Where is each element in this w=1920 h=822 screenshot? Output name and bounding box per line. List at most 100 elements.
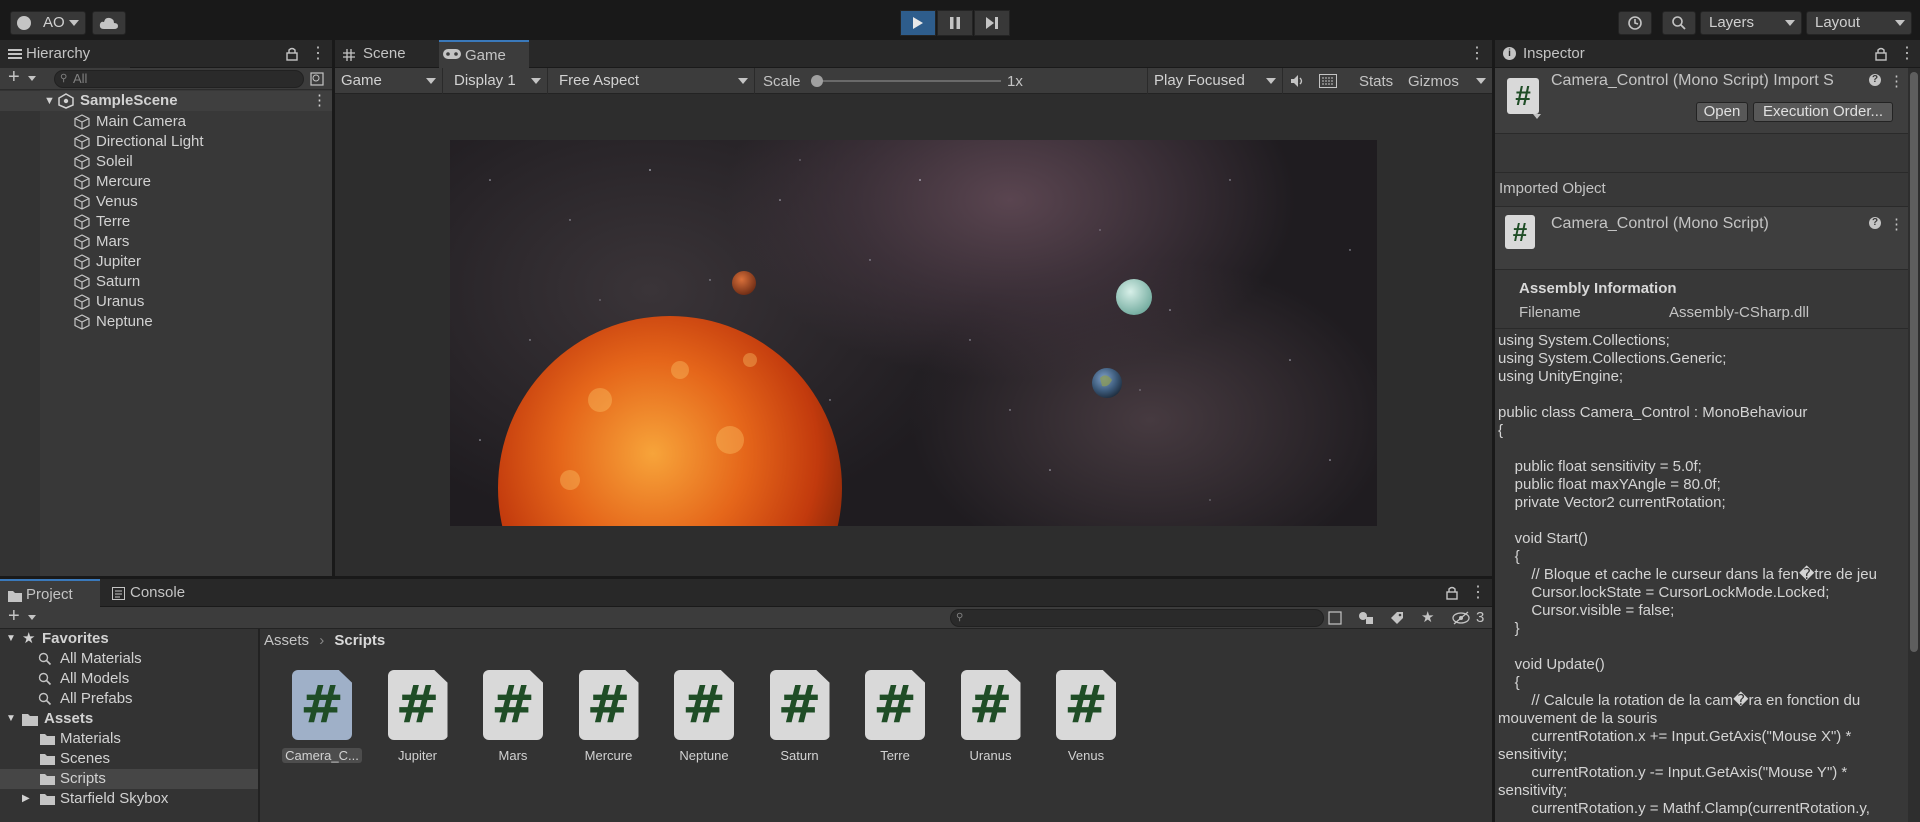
account-label: AO (43, 14, 65, 31)
layers-dropdown[interactable]: Layers (1700, 11, 1802, 35)
hierarchy-item[interactable]: Jupiter (0, 252, 332, 272)
script-asset[interactable]: # Mercure (561, 668, 649, 768)
cloud-button[interactable] (92, 11, 126, 35)
step-button[interactable] (974, 10, 1010, 36)
folder-item[interactable]: ▶ Starfield Skybox (0, 789, 258, 809)
script-file-icon: # (1056, 670, 1116, 740)
hierarchy-item[interactable]: Terre (0, 212, 332, 232)
script-asset[interactable]: # Camera_C... (274, 668, 362, 768)
tab-console[interactable]: Console (104, 579, 204, 607)
assets-row[interactable]: ▼ Assets (0, 709, 258, 729)
history-button[interactable] (1618, 11, 1652, 35)
breadcrumb-scripts[interactable]: Scripts (334, 632, 385, 649)
kebab-menu-icon[interactable]: ⋮ (312, 91, 327, 111)
script-asset[interactable]: # Terre (847, 668, 935, 768)
breadcrumb-assets[interactable]: Assets (264, 632, 309, 649)
search-button[interactable] (1662, 11, 1696, 35)
hierarchy-item[interactable]: Directional Light (0, 132, 332, 152)
tab-game[interactable]: Game (439, 40, 529, 68)
script-asset[interactable]: # Neptune (656, 668, 744, 768)
lock-icon[interactable] (286, 47, 298, 61)
kebab-menu-icon[interactable]: ⋮ (310, 43, 326, 63)
history-icon (1628, 16, 1642, 30)
hierarchy-item[interactable]: Venus (0, 192, 332, 212)
folder-item[interactable]: Scenes (0, 749, 258, 769)
folder-icon (8, 591, 22, 602)
script-asset[interactable]: # Uranus (943, 668, 1031, 768)
game-viewport[interactable] (450, 140, 1377, 526)
hierarchy-search-input[interactable]: ⚲ All (54, 70, 304, 88)
audio-icon[interactable] (1290, 74, 1306, 88)
pause-button[interactable] (937, 10, 973, 36)
account-dropdown[interactable]: AO (10, 11, 86, 35)
script-asset[interactable]: # Venus (1038, 668, 1126, 768)
hierarchy-header: Hierarchy ⋮ (0, 40, 332, 68)
script-asset[interactable]: # Jupiter (370, 668, 458, 768)
add-icon[interactable]: + (8, 66, 20, 89)
folder-item[interactable]: Materials (0, 729, 258, 749)
scrollbar-thumb[interactable] (1910, 72, 1918, 652)
hierarchy-item-label: Soleil (96, 153, 133, 170)
tab-hierarchy[interactable]: Hierarchy (0, 40, 130, 68)
chevron-right-icon[interactable]: ▶ (22, 789, 30, 809)
scale-slider-thumb[interactable] (811, 75, 823, 87)
hidden-eye-icon[interactable] (1452, 611, 1470, 625)
chevron-down-icon[interactable] (1476, 78, 1486, 84)
filter-type-icon[interactable] (1358, 611, 1374, 625)
hierarchy-item[interactable]: Mercure (0, 172, 332, 192)
folder-label: Starfield Skybox (60, 790, 169, 807)
add-icon[interactable]: + (8, 605, 20, 628)
lock-icon[interactable] (1446, 586, 1458, 600)
scene-row[interactable]: ▼ SampleScene ⋮ (0, 91, 332, 111)
hierarchy-item[interactable]: Uranus (0, 292, 332, 312)
hierarchy-item[interactable]: Saturn (0, 272, 332, 292)
help-icon[interactable]: ? (1869, 74, 1881, 86)
hierarchy-item-label: Main Camera (96, 113, 187, 130)
display-dropdown[interactable]: Display 1 (448, 68, 548, 94)
execution-order-button[interactable]: Execution Order... (1753, 102, 1893, 122)
tab-scene[interactable]: Scene (335, 40, 435, 68)
chevron-down-icon[interactable]: ▼ (44, 91, 55, 111)
chevron-down-icon: ▼ (6, 633, 16, 644)
search-filter-icon[interactable] (1328, 611, 1342, 625)
chevron-down-icon[interactable] (28, 76, 36, 81)
stats-button[interactable]: Stats (1359, 73, 1393, 90)
lock-icon[interactable] (1875, 47, 1887, 61)
play-button[interactable] (900, 10, 936, 36)
hierarchy-item[interactable]: Mars (0, 232, 332, 252)
gameobject-cube-icon (74, 294, 90, 310)
hierarchy-item[interactable]: Neptune (0, 312, 332, 332)
hierarchy-item[interactable]: Main Camera (0, 112, 332, 132)
keyboard-icon[interactable] (1319, 74, 1337, 88)
kebab-menu-icon[interactable]: ⋮ (1899, 43, 1915, 63)
open-button[interactable]: Open (1696, 102, 1748, 122)
chevron-down-icon[interactable] (28, 615, 36, 620)
inspector-scrollbar[interactable] (1908, 68, 1920, 822)
favorites-row[interactable]: ▼ ★ Favorites (0, 629, 258, 649)
layout-dropdown[interactable]: Layout (1806, 11, 1912, 35)
play-mode-dropdown[interactable]: Play Focused (1147, 68, 1283, 94)
search-filter-icon[interactable] (310, 72, 324, 86)
help-icon[interactable]: ? (1869, 217, 1881, 229)
chevron-down-icon[interactable] (1533, 114, 1541, 119)
gizmos-button[interactable]: Gizmos (1408, 73, 1459, 90)
aspect-dropdown[interactable]: Free Aspect (553, 68, 755, 94)
favorite-item[interactable]: All Materials (0, 649, 258, 669)
project-search-input[interactable]: ⚲ (950, 609, 1324, 627)
tab-project[interactable]: Project (0, 579, 100, 607)
kebab-menu-icon[interactable]: ⋮ (1470, 582, 1486, 602)
tab-inspector[interactable]: i Inspector (1495, 40, 1625, 68)
script-asset[interactable]: # Mars (465, 668, 553, 768)
favorite-item[interactable]: All Models (0, 669, 258, 689)
scale-slider[interactable] (811, 75, 1001, 87)
kebab-menu-icon[interactable]: ⋮ (1469, 43, 1485, 63)
script-asset[interactable]: # Saturn (752, 668, 840, 768)
star-icon[interactable]: ★ (1421, 608, 1434, 626)
label-tag-icon[interactable] (1390, 611, 1404, 625)
folder-item[interactable]: Scripts (0, 769, 258, 789)
kebab-menu-icon[interactable]: ⋮ (1889, 72, 1904, 90)
game-mode-dropdown[interactable]: Game (335, 68, 443, 94)
favorite-item[interactable]: All Prefabs (0, 689, 258, 709)
kebab-menu-icon[interactable]: ⋮ (1889, 215, 1904, 233)
hierarchy-item[interactable]: Soleil (0, 152, 332, 172)
